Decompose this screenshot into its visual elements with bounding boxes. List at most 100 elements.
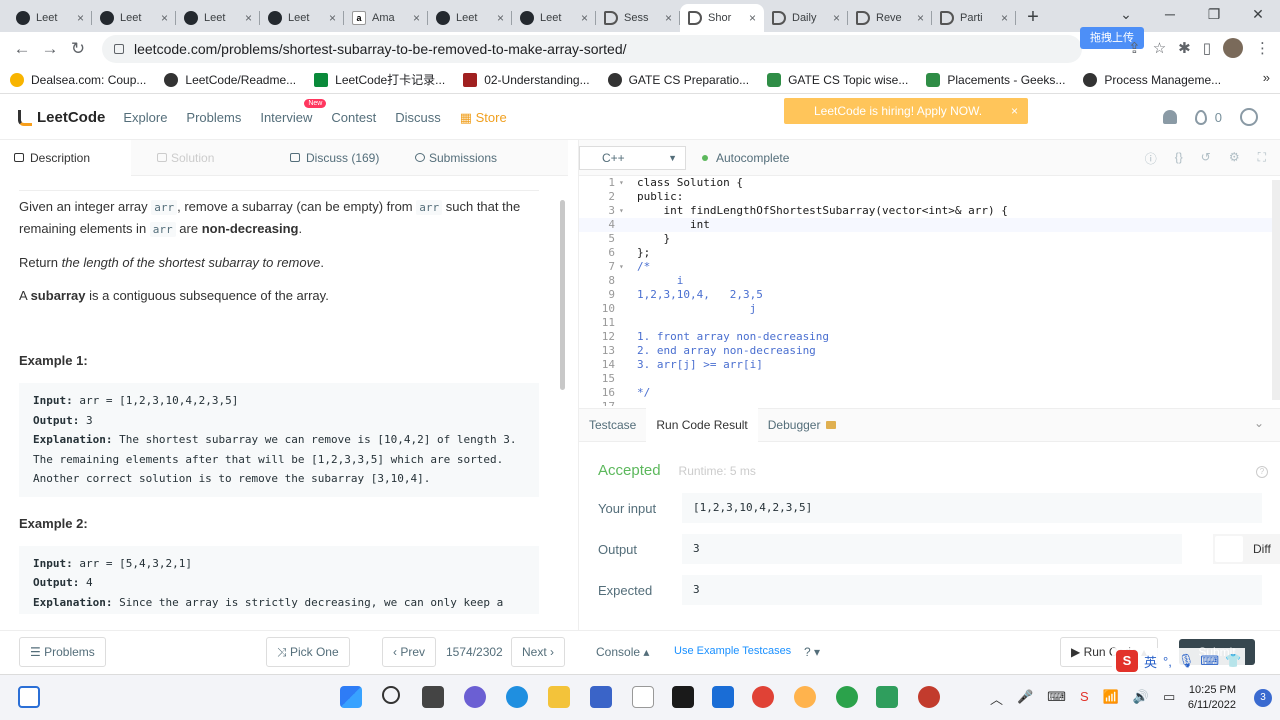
dropbox-icon[interactable]: [672, 686, 694, 708]
code-line[interactable]: 4 int: [579, 218, 1273, 232]
browser-tab[interactable]: Leet ×: [512, 4, 596, 32]
fold-icon[interactable]: [619, 190, 637, 204]
code-line[interactable]: 17: [579, 400, 1273, 406]
share-icon[interactable]: ⇪: [1128, 39, 1141, 57]
bookmark-item[interactable]: LeetCode打卡记录...: [314, 71, 445, 88]
close-tab-icon[interactable]: ×: [1001, 11, 1008, 25]
code-line[interactable]: 12 1. front array non-decreasing: [579, 330, 1273, 344]
bell-icon[interactable]: [1162, 110, 1177, 124]
task-view-icon[interactable]: [422, 686, 444, 708]
help-icon[interactable]: ? ▾: [804, 645, 820, 659]
fold-icon[interactable]: ▾: [619, 260, 637, 274]
tab-run-code-result[interactable]: Run Code Result: [646, 408, 758, 442]
browser-tab[interactable]: Leet ×: [428, 4, 512, 32]
close-tab-icon[interactable]: ×: [413, 11, 420, 25]
code-line[interactable]: 16 */: [579, 386, 1273, 400]
close-window-button[interactable]: ✕: [1236, 0, 1280, 28]
console-button[interactable]: Console ▴: [596, 645, 649, 659]
tab-submissions[interactable]: Submissions: [393, 140, 524, 176]
tab-discuss[interactable]: Discuss (169): [262, 140, 393, 176]
code-line[interactable]: 9 1,2,3,10,4, 2,3,5: [579, 288, 1273, 302]
amazon-icon[interactable]: [632, 686, 654, 708]
code-line[interactable]: 15: [579, 372, 1273, 386]
wifi-icon[interactable]: 📶: [1103, 689, 1119, 708]
autocomplete-toggle[interactable]: Autocomplete: [702, 151, 789, 165]
browser-tab[interactable]: Shor ×: [680, 4, 764, 32]
browser-tab[interactable]: Leet ×: [260, 4, 344, 32]
fold-icon[interactable]: [619, 400, 637, 406]
fold-icon[interactable]: [619, 274, 637, 288]
browser-tab[interactable]: Parti ×: [932, 4, 1016, 32]
close-tab-icon[interactable]: ×: [161, 11, 168, 25]
description-scrollbar[interactable]: [560, 200, 565, 390]
code-line[interactable]: 10 j: [579, 302, 1273, 316]
code-line[interactable]: 6};: [579, 246, 1273, 260]
fold-icon[interactable]: [619, 330, 637, 344]
address-bar[interactable]: leetcode.com/problems/shortest-subarray-…: [102, 35, 1082, 63]
close-tab-icon[interactable]: ×: [749, 11, 756, 25]
bookmarks-more-button[interactable]: »: [1263, 70, 1270, 85]
maximize-button[interactable]: ❐: [1192, 0, 1236, 28]
chrome-icon[interactable]: [752, 686, 774, 708]
close-tab-icon[interactable]: ×: [329, 11, 336, 25]
app-icon[interactable]: [794, 686, 816, 708]
nav-problems[interactable]: Problems: [186, 110, 241, 125]
sogou-icon[interactable]: S: [1080, 689, 1089, 708]
mail-icon[interactable]: [712, 686, 734, 708]
hiring-banner[interactable]: LeetCode is hiring! Apply NOW. ×: [784, 98, 1028, 124]
chevron-up-icon[interactable]: ︿: [990, 689, 1003, 708]
search-icon[interactable]: [382, 686, 400, 704]
recorder-icon[interactable]: [918, 686, 940, 708]
browser-tab[interactable]: Leet ×: [176, 4, 260, 32]
browser-tab[interactable]: a Ama ×: [344, 4, 428, 32]
code-line[interactable]: 1 ▾ class Solution {: [579, 176, 1273, 190]
info-icon[interactable]: ⓘ: [1145, 150, 1157, 167]
nav-interview[interactable]: Interview New: [260, 99, 327, 125]
browser-tab[interactable]: Sess ×: [596, 4, 680, 32]
bookmark-item[interactable]: Process Manageme...: [1083, 72, 1221, 87]
nav-store[interactable]: ▦ Store: [460, 110, 507, 126]
close-tab-icon[interactable]: ×: [917, 11, 924, 25]
pick-one-button[interactable]: ⤨ Pick One: [266, 637, 350, 667]
fold-icon[interactable]: [619, 218, 637, 232]
close-tab-icon[interactable]: ×: [245, 11, 252, 25]
chrome-icon[interactable]: [836, 686, 858, 708]
use-example-testcases-link[interactable]: Use Example Testcases: [674, 645, 791, 657]
tab-search-icon[interactable]: ⌄: [1104, 0, 1148, 28]
chevron-down-icon[interactable]: ⌄: [1254, 416, 1264, 430]
notification-badge[interactable]: 3: [1254, 689, 1272, 707]
menu-icon[interactable]: ⋮: [1255, 39, 1270, 57]
bookmark-item[interactable]: Dealsea.com: Coup...: [10, 72, 146, 87]
close-tab-icon[interactable]: ×: [665, 11, 672, 25]
coins[interactable]: 0: [1194, 109, 1222, 125]
reset-icon[interactable]: ↺: [1201, 150, 1211, 167]
fold-icon[interactable]: ▾: [619, 176, 637, 190]
close-icon[interactable]: ×: [1011, 98, 1018, 124]
bookmark-item[interactable]: LeetCode/Readme...: [164, 72, 296, 87]
diff-switch[interactable]: [1215, 536, 1243, 562]
store-icon[interactable]: [590, 686, 612, 708]
close-tab-icon[interactable]: ×: [497, 11, 504, 25]
fold-icon[interactable]: [619, 386, 637, 400]
microphone-icon[interactable]: 🎤: [1017, 689, 1033, 708]
windows-start-icon[interactable]: [340, 686, 362, 708]
code-scrollbar[interactable]: [1272, 180, 1280, 400]
tab-debugger[interactable]: Debugger: [758, 408, 847, 442]
code-line[interactable]: 3 ▾ int findLengthOfShortestSubarray(vect…: [579, 204, 1273, 218]
settings-icon[interactable]: ⚙: [1229, 150, 1240, 167]
close-tab-icon[interactable]: ×: [581, 11, 588, 25]
ime-toolbar[interactable]: S 英 °, 🎙 ⌨ 👕: [1112, 648, 1246, 674]
fold-icon[interactable]: [619, 246, 637, 260]
language-icon[interactable]: ⌨: [1047, 689, 1066, 708]
fold-icon[interactable]: [619, 358, 637, 372]
extensions-icon[interactable]: ✱: [1178, 39, 1191, 57]
tab-description[interactable]: Description: [0, 139, 131, 176]
profile-avatar[interactable]: [1223, 38, 1243, 58]
leetcode-logo[interactable]: LeetCode: [18, 109, 105, 126]
close-tab-icon[interactable]: ×: [77, 11, 84, 25]
nav-discuss[interactable]: Discuss: [395, 110, 441, 125]
edge-icon[interactable]: [506, 686, 528, 708]
new-tab-button[interactable]: +: [1016, 4, 1050, 32]
browser-tab[interactable]: Daily ×: [764, 4, 848, 32]
code-line[interactable]: 13 2. end array non-decreasing: [579, 344, 1273, 358]
